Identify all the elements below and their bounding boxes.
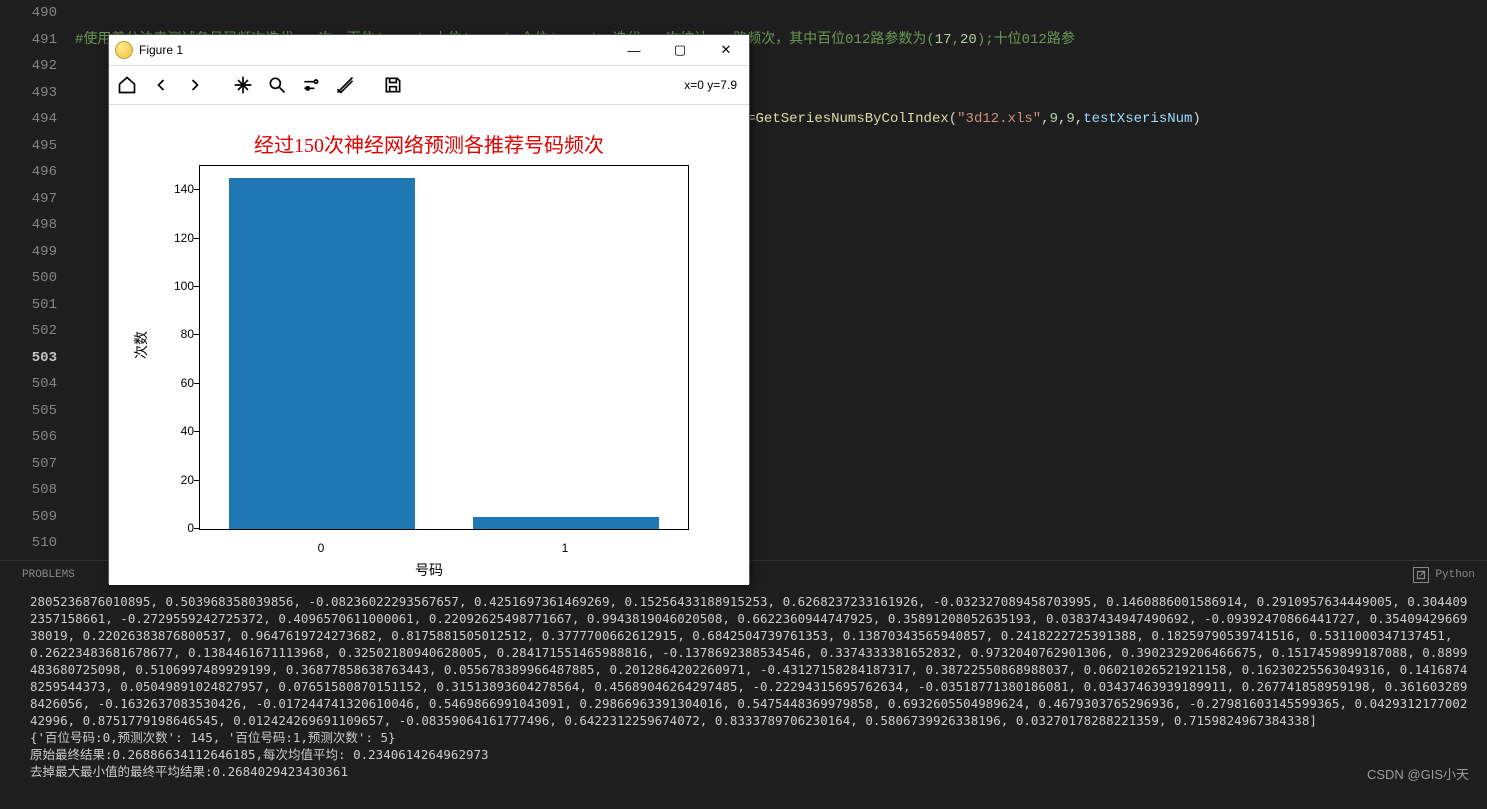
forward-icon[interactable] (181, 71, 209, 99)
plot-area (199, 165, 689, 530)
home-icon[interactable] (113, 71, 141, 99)
edit-icon[interactable] (331, 71, 359, 99)
ytick-label: 100 (164, 279, 194, 293)
figure-canvas[interactable]: 经过150次神经网络预测各推荐号码频次 次数 号码 0 20 40 60 80 100 12… (109, 105, 749, 585)
minimize-button[interactable]: — (611, 35, 657, 65)
ytick-label: 40 (164, 424, 194, 438)
line-number-gutter: 4904914924934944954964974984995005015025… (0, 0, 75, 560)
x-axis-label: 号码 (109, 560, 749, 580)
cursor-coordinates: x=0 y=7.9 (684, 78, 737, 92)
figure-window[interactable]: Figure 1 — ▢ ✕ x=0 y=7.9 经过150次神经网络预测各推荐… (108, 34, 750, 584)
save-icon[interactable] (379, 71, 407, 99)
ytick-label: 0 (164, 521, 194, 535)
figure-titlebar[interactable]: Figure 1 — ▢ ✕ (109, 35, 749, 66)
matplotlib-icon (115, 41, 133, 59)
watermark: CSDN @GIS小天 (1367, 764, 1469, 783)
ytick-label: 120 (164, 231, 194, 245)
tab-problems[interactable]: PROBLEMS (12, 569, 85, 581)
pan-icon[interactable] (229, 71, 257, 99)
launch-icon[interactable] (1413, 567, 1429, 583)
bar-1 (473, 517, 658, 529)
terminal-output[interactable]: 2805236876010895, 0.503968358039856, -0.… (0, 589, 1487, 797)
figure-toolbar: x=0 y=7.9 (109, 66, 749, 105)
close-button[interactable]: ✕ (703, 35, 749, 65)
xtick-label: 1 (550, 541, 580, 555)
ytick-label: 20 (164, 473, 194, 487)
maximize-button[interactable]: ▢ (657, 35, 703, 65)
back-icon[interactable] (147, 71, 175, 99)
bar-0 (229, 178, 414, 529)
language-label: Python (1435, 569, 1475, 581)
xtick-label: 0 (306, 541, 336, 555)
y-axis-label: 次数 (131, 331, 151, 359)
ytick-label: 140 (164, 182, 194, 196)
chart-title: 经过150次神经网络预测各推荐号码频次 (109, 129, 749, 158)
ytick-label: 60 (164, 376, 194, 390)
figure-title: Figure 1 (139, 43, 611, 57)
configure-icon[interactable] (297, 71, 325, 99)
zoom-icon[interactable] (263, 71, 291, 99)
ytick-label: 80 (164, 327, 194, 341)
